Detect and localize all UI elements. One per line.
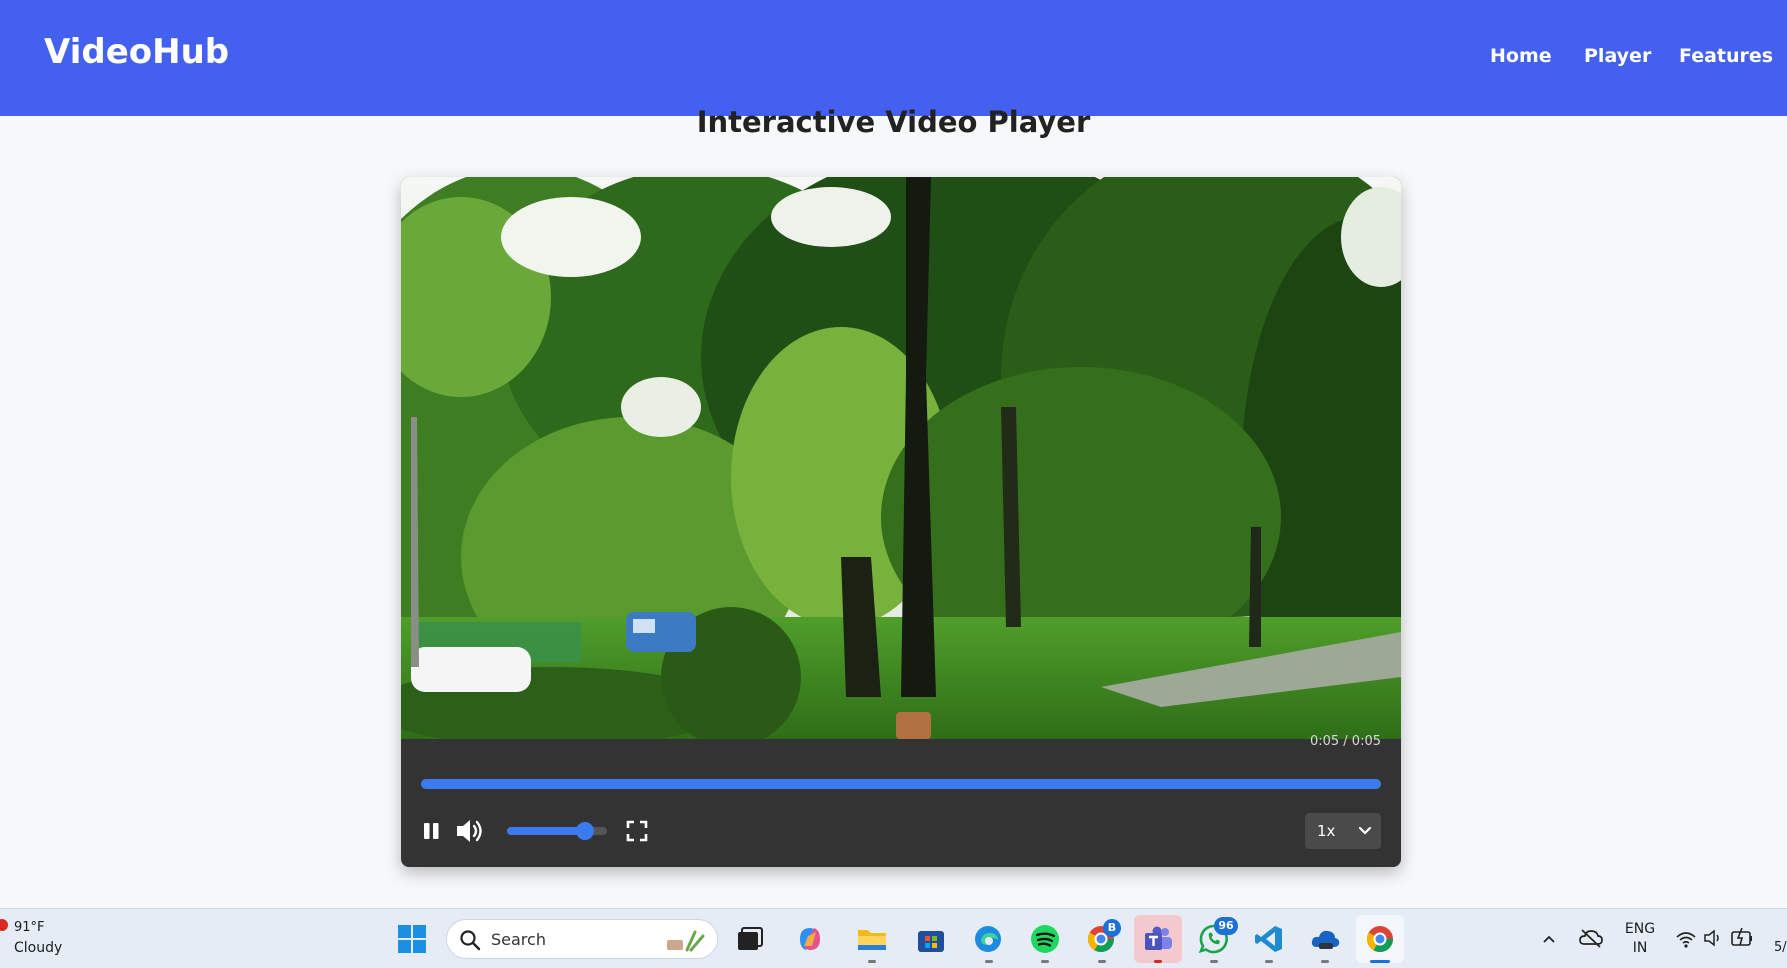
- vscode-button[interactable]: [1253, 923, 1285, 955]
- fullscreen-button[interactable]: [623, 817, 651, 845]
- whatsapp-notification-badge: 96: [1214, 917, 1238, 935]
- spotify-running-indicator: [1041, 960, 1049, 963]
- wifi-icon[interactable]: [1675, 929, 1697, 949]
- folder-icon: [858, 930, 886, 950]
- volume-button[interactable]: [453, 815, 489, 847]
- input-region[interactable]: IN: [1620, 940, 1660, 956]
- edge-icon: [975, 926, 1001, 952]
- progress-bar[interactable]: [421, 779, 1381, 789]
- playback-speed-select[interactable]: 1x: [1305, 813, 1381, 849]
- nav-home-link[interactable]: Home: [1490, 45, 1552, 67]
- nav-features-link[interactable]: Features: [1679, 45, 1773, 67]
- playback-speed-value: 1x: [1317, 822, 1336, 840]
- page-title: Interactive Video Player: [696, 105, 1091, 139]
- vscode-icon: [1255, 926, 1282, 952]
- weather-condition[interactable]: Cloudy: [14, 940, 62, 956]
- cloud-offline-icon[interactable]: [1578, 927, 1604, 949]
- battery-charging-icon[interactable]: [1730, 926, 1754, 948]
- weather-temperature[interactable]: 91°F: [14, 920, 45, 935]
- store-icon: [918, 931, 944, 952]
- edge-running-indicator: [985, 960, 993, 963]
- nav-player-link[interactable]: Player: [1584, 45, 1651, 67]
- cloud-app-icon: [1311, 930, 1340, 949]
- cloud-app-running-indicator: [1321, 960, 1329, 963]
- taskbar-search-box[interactable]: Search: [446, 919, 718, 959]
- volume-thumb[interactable]: [576, 822, 594, 840]
- chrome-active-indicator: [1370, 960, 1390, 963]
- video-player: 0:05 / 0:05 1x: [401, 177, 1401, 867]
- teams-icon: [1145, 926, 1172, 950]
- file-explorer-running-indicator: [868, 960, 876, 963]
- chevron-up-icon[interactable]: [1541, 931, 1557, 947]
- teams-button[interactable]: [1142, 923, 1174, 955]
- volume-slider[interactable]: [507, 822, 607, 840]
- edge-browser-button[interactable]: [972, 923, 1004, 955]
- clock-partial[interactable]: 5/: [1774, 940, 1787, 955]
- speaker-icon[interactable]: [1703, 928, 1725, 948]
- volume-icon: [457, 820, 482, 842]
- pause-icon: [424, 823, 439, 839]
- file-explorer-button[interactable]: [856, 923, 888, 955]
- time-display: 0:05 / 0:05: [1309, 734, 1381, 749]
- chrome-profile-running-indicator: [1098, 960, 1106, 963]
- chrome-profile-badge: B: [1103, 919, 1121, 937]
- input-language[interactable]: ENG: [1620, 921, 1660, 937]
- top-navbar: VideoHub Home Player Features: [0, 0, 1787, 116]
- cloud-app-button[interactable]: [1309, 923, 1341, 955]
- vscode-running-indicator: [1265, 960, 1273, 963]
- whatsapp-running-indicator: [1210, 960, 1218, 963]
- search-placeholder: Search: [491, 930, 546, 949]
- chrome-button[interactable]: [1364, 923, 1396, 955]
- volume-fill: [507, 827, 585, 835]
- spotify-button[interactable]: [1029, 923, 1061, 955]
- task-view-button[interactable]: [733, 923, 765, 955]
- copilot-button[interactable]: [794, 923, 826, 955]
- spotify-icon: [1031, 925, 1059, 953]
- windows-logo-icon: [398, 925, 426, 953]
- microsoft-store-button[interactable]: [915, 923, 947, 955]
- park-scene-video-frame: [401, 177, 1401, 739]
- windows-start-button[interactable]: [396, 923, 428, 955]
- fullscreen-icon: [626, 820, 648, 842]
- pause-button[interactable]: [418, 817, 446, 845]
- search-highlight-icon: [667, 930, 705, 952]
- task-view-icon: [738, 927, 763, 950]
- video-display[interactable]: [401, 177, 1401, 739]
- copilot-icon: [800, 928, 820, 950]
- chrome-icon: [1366, 926, 1394, 953]
- weather-alert-dot: [0, 919, 8, 931]
- progress-fill: [421, 779, 1381, 789]
- search-icon: [460, 930, 481, 951]
- teams-attention-indicator: [1154, 960, 1162, 963]
- brand-logo[interactable]: VideoHub: [44, 32, 229, 72]
- chevron-down-icon: [1358, 826, 1372, 835]
- windows-taskbar: 91°F Cloudy Search B 96 ENG IN 5/: [0, 908, 1787, 968]
